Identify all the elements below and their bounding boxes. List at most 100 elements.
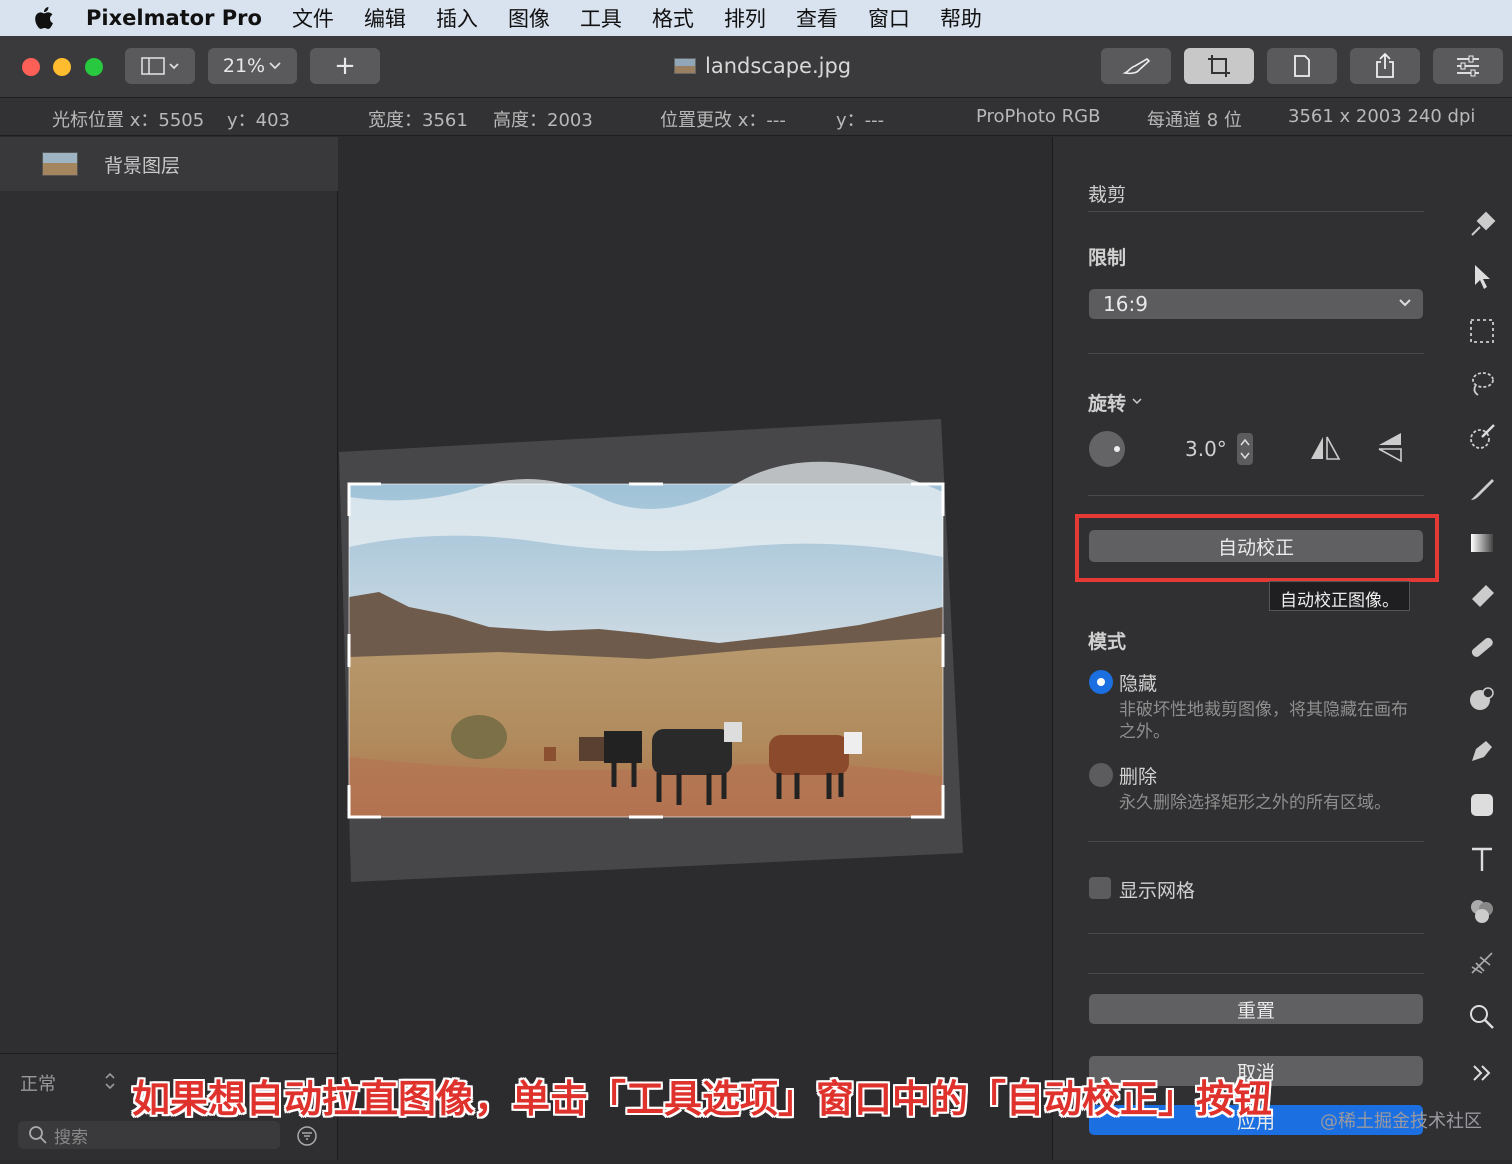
paint-tool-icon[interactable] bbox=[1466, 473, 1498, 505]
rotation-value[interactable]: 3.0° bbox=[1185, 437, 1227, 461]
color-profile-readout: ProPhoto RGB bbox=[976, 106, 1101, 127]
menu-arrange[interactable]: 排列 bbox=[724, 3, 766, 33]
flip-vertical-icon[interactable] bbox=[1375, 431, 1403, 463]
menu-format[interactable]: 格式 bbox=[652, 3, 694, 33]
divider bbox=[1088, 841, 1424, 842]
blend-mode-select[interactable]: 正常 bbox=[20, 1070, 56, 1096]
menu-image[interactable]: 图像 bbox=[508, 3, 550, 33]
zoom-tool-icon[interactable] bbox=[1466, 1001, 1498, 1033]
mode-hide-label[interactable]: 隐藏 bbox=[1119, 669, 1157, 696]
constraint-select[interactable]: 16:9 bbox=[1089, 289, 1423, 319]
show-grid-checkbox[interactable] bbox=[1089, 877, 1111, 899]
rotation-dial[interactable] bbox=[1089, 431, 1125, 467]
image-size-readout: 3561 x 2003 240 dpi bbox=[1288, 106, 1476, 127]
gradient-tool-icon[interactable] bbox=[1466, 527, 1498, 559]
info-bar: 光标位置 x：5505 y：403 宽度：3561 高度：2003 位置更改 x… bbox=[0, 98, 1512, 136]
canvas-area[interactable] bbox=[339, 137, 1052, 1160]
tools-strip bbox=[1452, 137, 1512, 1160]
canvas-image-svg bbox=[339, 419, 963, 882]
mode-label: 模式 bbox=[1088, 631, 1127, 653]
zoom-level: 21% bbox=[222, 55, 266, 77]
chevron-down-icon bbox=[1132, 398, 1142, 405]
quick-tool-button[interactable] bbox=[1101, 48, 1171, 84]
reset-label: 重置 bbox=[1236, 999, 1275, 1022]
menu-window[interactable]: 窗口 bbox=[868, 3, 910, 33]
search-placeholder: 搜索 bbox=[54, 1127, 88, 1148]
rotation-stepper[interactable] bbox=[1237, 433, 1253, 465]
plus-icon: + bbox=[334, 51, 356, 81]
menu-tools[interactable]: 工具 bbox=[580, 3, 622, 33]
more-tools-icon[interactable] bbox=[1466, 1057, 1498, 1089]
menu-file[interactable]: 文件 bbox=[292, 3, 334, 33]
tutorial-caption: 如果想自动拉直图像，单击「工具选项」窗口中的「自动校正」按钮 bbox=[132, 1077, 1273, 1121]
divider bbox=[1088, 495, 1424, 496]
sliders-icon bbox=[1457, 55, 1479, 77]
repair-tool-icon[interactable] bbox=[1466, 631, 1498, 663]
document-button[interactable] bbox=[1267, 48, 1337, 84]
landscape-photo bbox=[349, 461, 943, 817]
filter-icon[interactable] bbox=[296, 1125, 318, 1147]
constraint-label: 限制 bbox=[1088, 247, 1127, 269]
divider bbox=[1088, 353, 1424, 354]
magic-wand-tool-icon[interactable] bbox=[1466, 421, 1498, 453]
app-name-menu[interactable]: Pixelmator Pro bbox=[86, 6, 262, 30]
arrange-tool-icon[interactable] bbox=[1466, 261, 1498, 293]
height-readout: 高度：2003 bbox=[493, 110, 593, 131]
crop-tool-button[interactable] bbox=[1184, 48, 1254, 84]
menu-bar: Pixelmator Pro 文件 编辑 插入 图像 工具 格式 排列 查看 窗… bbox=[0, 0, 1512, 36]
close-window-button[interactable] bbox=[22, 58, 40, 76]
flip-horizontal-icon[interactable] bbox=[1309, 433, 1341, 463]
position-x-readout: 位置更改 x：--- bbox=[660, 110, 786, 131]
rotate-label[interactable]: 旋转 bbox=[1088, 389, 1126, 416]
constraint-value: 16:9 bbox=[1103, 292, 1148, 316]
retouch-tool-icon[interactable] bbox=[1466, 683, 1498, 715]
apple-icon[interactable] bbox=[32, 4, 60, 32]
zoom-window-button[interactable] bbox=[85, 58, 103, 76]
erase-tool-icon[interactable] bbox=[1466, 579, 1498, 611]
sidebar-toggle-button[interactable] bbox=[125, 48, 195, 84]
menu-insert[interactable]: 插入 bbox=[436, 3, 478, 33]
type-tool-icon[interactable] bbox=[1466, 843, 1498, 875]
minimize-window-button[interactable] bbox=[53, 58, 71, 76]
zoom-menu-button[interactable]: 21% bbox=[208, 48, 297, 84]
mode-hide-radio[interactable] bbox=[1089, 670, 1113, 694]
cursor-x-readout: 光标位置 x：5505 bbox=[52, 110, 205, 131]
document-title: landscape.jpg bbox=[674, 54, 851, 78]
distort-tool-icon[interactable] bbox=[1466, 947, 1498, 979]
chevron-down-icon bbox=[269, 62, 281, 70]
menu-help[interactable]: 帮助 bbox=[940, 3, 982, 33]
document-icon bbox=[1294, 55, 1310, 77]
crop-panel-title: 裁剪 bbox=[1088, 184, 1127, 206]
layer-row[interactable]: 背景图层 bbox=[0, 137, 338, 191]
selection-tool-icon[interactable] bbox=[1466, 315, 1498, 347]
tool-options-button[interactable] bbox=[1433, 48, 1503, 84]
image-file-icon bbox=[674, 58, 696, 74]
share-button[interactable] bbox=[1350, 48, 1420, 84]
mode-delete-description: 永久删除选择矩形之外的所有区域。 bbox=[1119, 793, 1391, 813]
stepper-arrows-icon bbox=[1240, 438, 1250, 460]
shape-tool-icon[interactable] bbox=[1466, 789, 1498, 821]
document-filename: landscape.jpg bbox=[705, 54, 852, 78]
mode-delete-label[interactable]: 删除 bbox=[1119, 762, 1157, 789]
pen-tool-icon[interactable] bbox=[1466, 735, 1498, 767]
menu-edit[interactable]: 编辑 bbox=[364, 3, 406, 33]
watermark: @稀土掘金技术社区 bbox=[1320, 1111, 1482, 1132]
menu-view[interactable]: 查看 bbox=[796, 3, 838, 33]
divider bbox=[1088, 211, 1424, 212]
reset-button[interactable]: 重置 bbox=[1089, 994, 1423, 1024]
auto-straighten-tooltip: 自动校正图像。 bbox=[1269, 581, 1410, 611]
lasso-tool-icon[interactable] bbox=[1466, 367, 1498, 399]
color-adjust-tool-icon[interactable] bbox=[1466, 895, 1498, 927]
layer-search-field[interactable]: 搜索 bbox=[18, 1121, 280, 1149]
mode-delete-radio[interactable] bbox=[1089, 763, 1113, 787]
cursor-y-readout: y：403 bbox=[227, 110, 291, 131]
window-toolbar: 21% + landscape.jpg bbox=[0, 36, 1512, 98]
layer-name: 背景图层 bbox=[104, 154, 181, 177]
style-tool-icon[interactable] bbox=[1466, 209, 1498, 241]
divider bbox=[1088, 973, 1424, 974]
width-readout: 宽度：3561 bbox=[368, 110, 468, 131]
position-y-readout: y：--- bbox=[836, 110, 885, 131]
add-button[interactable]: + bbox=[310, 48, 380, 84]
show-grid-label[interactable]: 显示网格 bbox=[1119, 876, 1195, 903]
layer-thumbnail bbox=[42, 152, 78, 176]
